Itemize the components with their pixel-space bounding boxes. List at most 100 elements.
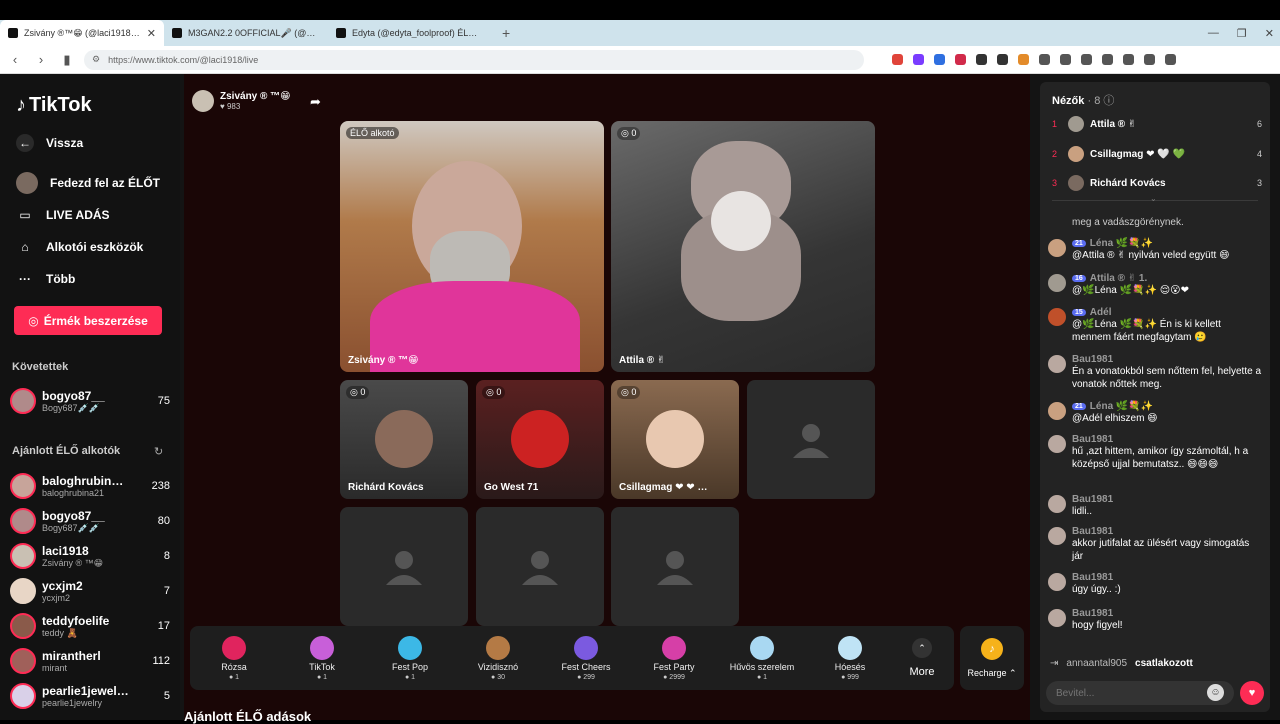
close-window-icon[interactable]: ✕	[1265, 27, 1274, 40]
host-header[interactable]: Zsivány ® ™😁 ♥ 983	[192, 90, 291, 112]
top-viewer-row[interactable]: 1 Attila ® ✌ 6	[1052, 116, 1262, 132]
refresh-icon[interactable]: ↻	[154, 445, 163, 458]
gift-item-tiktok[interactable]: TikTok ● 1	[278, 626, 366, 690]
chat-message[interactable]: Bau1981 Én a vonatokból sem nőttem fel, …	[1048, 354, 1262, 391]
recharge-label: Recharge ⌃	[967, 667, 1017, 678]
empty-seat-tile[interactable]	[340, 507, 468, 626]
guest-video-tile[interactable]: ◎ 0 Go West 71	[476, 380, 604, 499]
tiktok-note-icon: ♪	[16, 94, 26, 116]
gift-item-huvos-szerelem[interactable]: Hűvös szerelem ● 1	[718, 626, 806, 690]
more-gifts-button[interactable]: ⌃ More	[894, 626, 950, 690]
back-arrow-icon[interactable]: ‹	[6, 52, 24, 67]
sidebar-item-explore[interactable]: Fedezd fel az ÉLŐT	[16, 172, 160, 194]
browser-tab-2[interactable]: Edyta (@edyta_foolproof) ÉLŐ ad…	[328, 20, 492, 46]
chevron-down-icon[interactable]: ⌄	[1150, 194, 1157, 203]
guest-video-tile[interactable]: ◎ 0 Csillagmag ❤ ❤ …	[611, 380, 739, 499]
level-badge: 15	[1072, 309, 1086, 316]
extension-icon[interactable]	[1018, 54, 1029, 65]
chat-message[interactable]: Bau1981 akkor jutifalat az ülésért vagy …	[1048, 526, 1262, 563]
viewers-header[interactable]: Nézők · 8 ⓘ	[1052, 92, 1114, 108]
multi-guest-stage: ÉLŐ alkotó Zsivány ® ™😁 ◎ 0 Attila ® ✌ ◎…	[340, 121, 876, 626]
empty-seat-tile[interactable]	[476, 507, 604, 626]
forward-arrow-icon[interactable]: ›	[32, 52, 50, 67]
bookmark-icon[interactable]: ▮	[58, 52, 76, 68]
gift-item-fest-cheers[interactable]: Fest Cheers ● 299	[542, 626, 630, 690]
vpn-icon[interactable]	[913, 54, 924, 65]
chat-message[interactable]: 16 Attila ® ✌ 1. @🌿Léna 🌿💐✨ 😌😮❤	[1048, 273, 1262, 297]
chat-message[interactable]: meg a vadászgörénynek.	[1048, 216, 1262, 229]
share-icon[interactable]: ➦	[310, 94, 321, 110]
back-link[interactable]: ← Vissza	[16, 134, 83, 152]
empty-seat-tile[interactable]	[747, 380, 875, 499]
tiktok-live-app: ♪ TikTok ← Vissza Fedezd fel az ÉLŐT ▭ L…	[0, 74, 1280, 724]
guest-video-tile[interactable]: ◎ 0 Richárd Kovács	[340, 380, 468, 499]
recommended-creator-item[interactable]: mirantherl mirant 112	[10, 645, 170, 677]
rose-gift-icon	[222, 635, 246, 660]
viewer-rank: 2	[1052, 149, 1058, 159]
gift-item-fest-party[interactable]: Fest Party ● 2999	[630, 626, 718, 690]
gift-name: TikTok	[309, 661, 335, 672]
extension-icon[interactable]	[997, 54, 1008, 65]
host-likes: ♥ 983	[220, 102, 241, 111]
guest-video-tile[interactable]: ◎ 0 Attila ® ✌	[611, 121, 875, 372]
sidebar-icon[interactable]	[1102, 54, 1113, 65]
wallet-icon[interactable]	[1123, 54, 1134, 65]
puzzle-icon[interactable]	[1039, 54, 1050, 65]
top-viewer-row[interactable]: 3 Richárd Kovács 3	[1052, 175, 1262, 191]
browser-tab-0[interactable]: Zsivány ®™😁 (@laci1918) É… ✕	[0, 20, 164, 46]
close-tab-icon[interactable]: ✕	[147, 27, 156, 40]
sidebar-item-more[interactable]: ··· Több	[16, 270, 75, 288]
url-field[interactable]: ⚙ https://www.tiktok.com/@laci1918/live	[84, 49, 864, 70]
chat-message[interactable]: 15 Adél @🌿Léna 🌿💐✨ Én is ki kellett menne…	[1048, 307, 1262, 344]
restore-icon[interactable]: ❐	[1237, 27, 1247, 40]
chat-message[interactable]: Bau1981 hogy figyel!	[1048, 608, 1262, 632]
host-video-tile[interactable]: ÉLŐ alkotó Zsivány ® ™😁	[340, 121, 604, 372]
recommended-creator-item[interactable]: bogyo87__ Bogy687💉💉 80	[10, 505, 170, 537]
chat-message[interactable]: 21 Léna 🌿💐✨ @Attila ® ✌ nyilván veled egy…	[1048, 238, 1262, 262]
info-icon[interactable]: ⓘ	[1103, 95, 1114, 107]
host-avatar[interactable]	[192, 90, 214, 112]
viewer-name: Richárd Kovács	[1090, 177, 1166, 189]
chat-message[interactable]: Bau1981 lidli..	[1048, 494, 1262, 518]
recommended-creator-item[interactable]: pearlie1jewel… pearlie1jewelry 5	[10, 680, 170, 712]
chat-message[interactable]: 21 Léna 🌿💐✨ @Adél elhiszem 😄	[1048, 401, 1262, 425]
gift-name: Fest Cheers	[561, 661, 611, 672]
minimize-icon[interactable]: —	[1208, 27, 1219, 39]
avatar	[10, 508, 36, 534]
extension-icon[interactable]	[955, 54, 966, 65]
window-controls: — ❐ ✕	[1208, 20, 1274, 46]
chat-message[interactable]: Bau1981 hű ,azt hittem, amikor így számo…	[1048, 434, 1262, 471]
music-icon[interactable]	[1081, 54, 1092, 65]
gift-item-hoeses[interactable]: Hóesés ● 999	[806, 626, 894, 690]
recommended-creator-item[interactable]: ycxjm2 ycxjm2 7	[10, 575, 170, 607]
sidebar-item-creator-tools[interactable]: ⌂ Alkotói eszközök	[16, 238, 143, 256]
chat-input[interactable]	[1046, 681, 1234, 705]
chat-message[interactable]: Bau1981 úgy úgy.. :)	[1048, 572, 1262, 596]
recommended-creator-item[interactable]: teddyfoelife teddy 🧸 17	[10, 610, 170, 642]
gift-item-rozsa[interactable]: Rózsa ● 1	[190, 626, 278, 690]
following-title: Követettek	[12, 361, 69, 373]
get-coins-button[interactable]: ◎ Érmék beszerzése	[14, 306, 162, 335]
like-heart-button[interactable]: ♥	[1240, 681, 1264, 705]
top-viewer-row[interactable]: 2 Csillagmag ❤ 🤍 💚 4	[1052, 146, 1262, 162]
site-settings-icon[interactable]: ⚙	[92, 54, 100, 65]
empty-seat-person-icon	[657, 550, 693, 585]
ad-block-icon[interactable]	[892, 54, 903, 65]
recommended-creator-item[interactable]: laci1918 Zsivány ® ™😁 8	[10, 540, 170, 572]
star-icon[interactable]	[1144, 54, 1155, 65]
browser-tab-1[interactable]: M3GAN2.2 0OFFICIAL🎤 (@m3g…	[164, 20, 328, 46]
extension-icon[interactable]	[976, 54, 987, 65]
tiktok-logo[interactable]: ♪ TikTok	[16, 94, 92, 117]
gift-item-fest-pop[interactable]: Fest Pop ● 1	[366, 626, 454, 690]
sidebar-item-live[interactable]: ▭ LIVE ADÁS	[16, 206, 109, 224]
menu-icon[interactable]	[1165, 54, 1176, 65]
following-item[interactable]: bogyo87__ Bogy687💉💉 75	[10, 385, 170, 417]
translate-icon[interactable]	[934, 54, 945, 65]
empty-seat-tile[interactable]	[611, 507, 739, 626]
new-tab-button[interactable]: +	[492, 20, 520, 46]
recommended-creator-item[interactable]: baloghrubin… baloghrubina21 238	[10, 470, 170, 502]
recharge-button[interactable]: ♪ Recharge ⌃	[960, 626, 1024, 690]
gift-item-vizidiszno[interactable]: Vizidisznó ● 30	[454, 626, 542, 690]
emoji-icon[interactable]: ☺	[1207, 684, 1224, 701]
screenshot-icon[interactable]	[1060, 54, 1071, 65]
